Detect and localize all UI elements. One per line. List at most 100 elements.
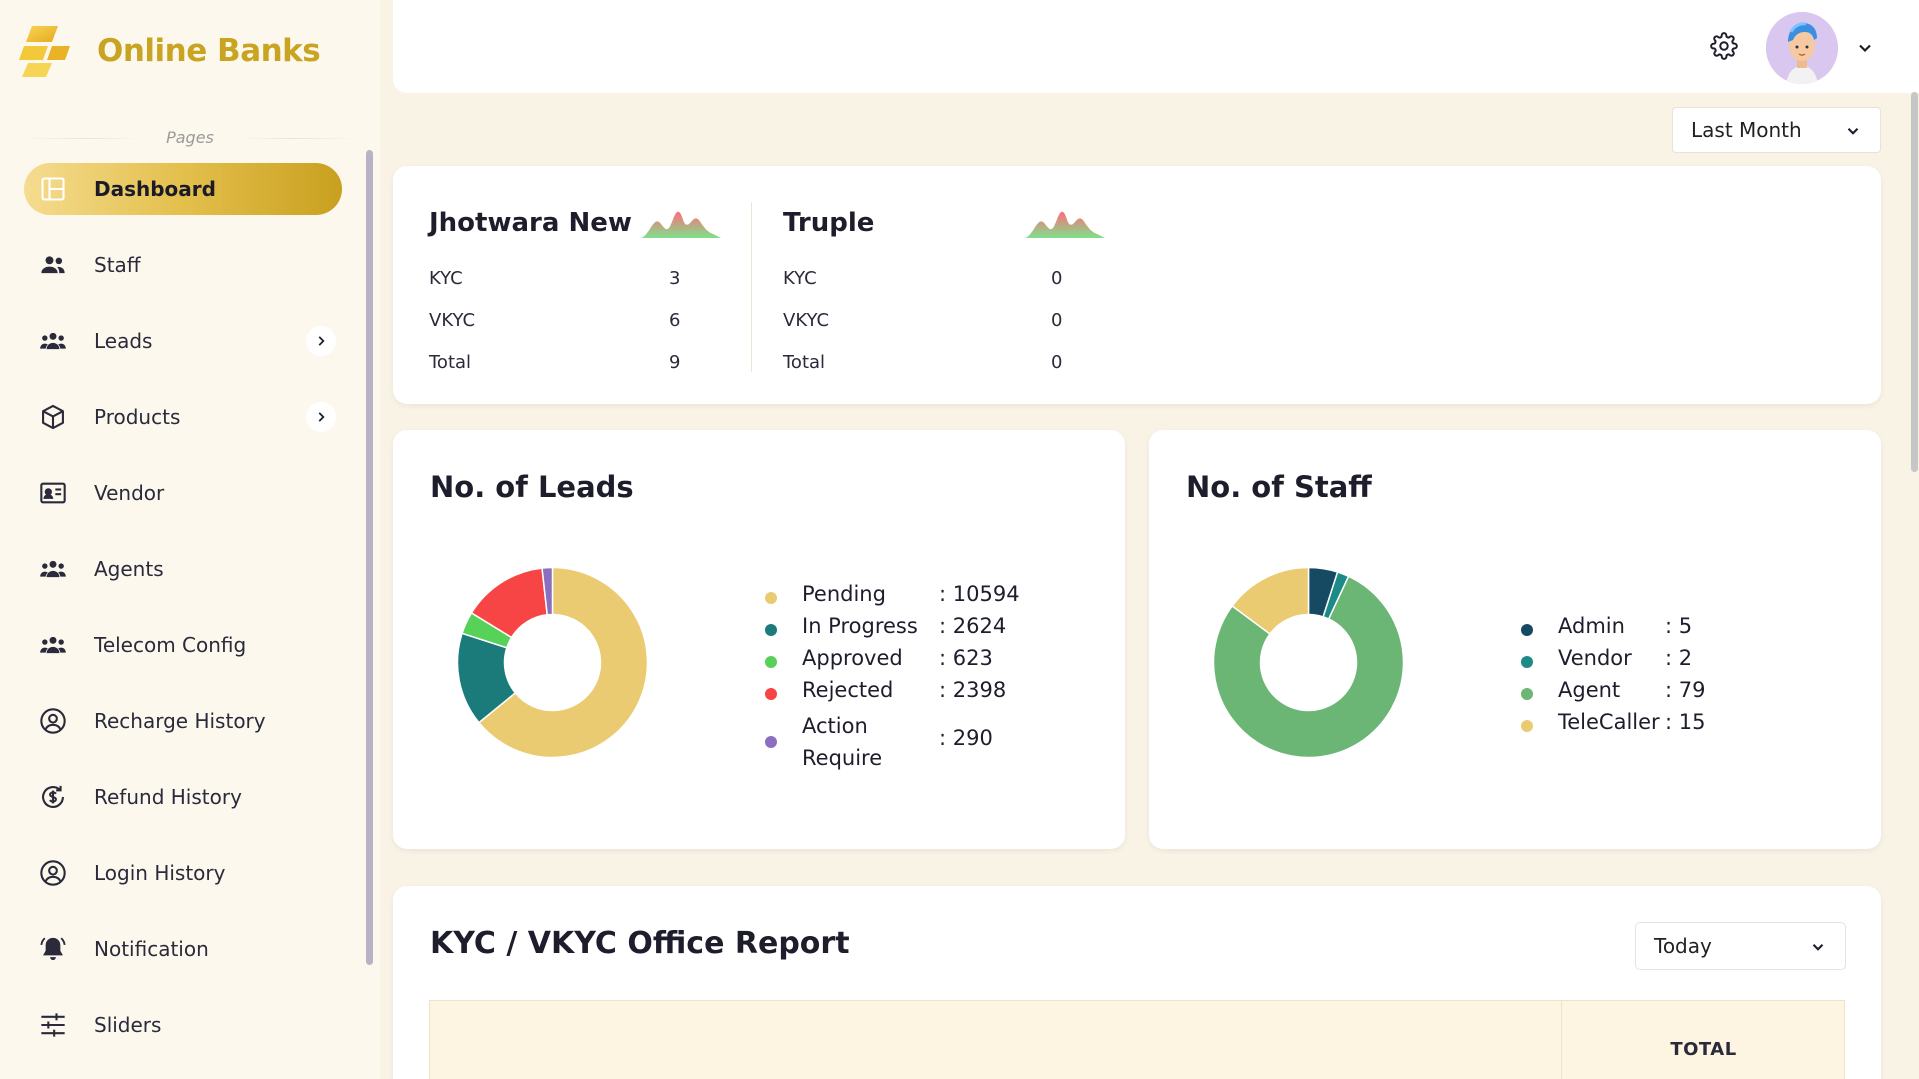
legend-dot xyxy=(1521,688,1533,700)
recharge-history-icon xyxy=(38,706,68,736)
chevron-right-icon[interactable] xyxy=(306,326,336,356)
legend-dot xyxy=(1521,624,1533,636)
login-history-icon xyxy=(38,858,68,888)
card-title: No. of Leads xyxy=(430,470,634,504)
report-table: TOTAL xyxy=(429,1000,1845,1079)
dashboard-icon xyxy=(38,174,68,204)
office-row-value: 3 xyxy=(669,268,681,289)
sidebar-item-vendor[interactable]: Vendor xyxy=(24,467,342,519)
sidebar-item-label: Login History xyxy=(94,861,226,885)
gear-icon[interactable] xyxy=(1710,32,1738,60)
legend-label: TeleCaller xyxy=(1558,710,1660,734)
report-title: KYC / VKYC Office Report xyxy=(430,926,850,961)
report-range-select[interactable]: Today xyxy=(1635,922,1846,970)
sidebar-item-dashboard[interactable]: Dashboard xyxy=(24,163,342,215)
legend-dot xyxy=(765,656,777,668)
app-name: Online Banks xyxy=(97,33,321,69)
logo-icon xyxy=(19,26,70,77)
office-divider xyxy=(751,202,752,372)
chevron-down-icon xyxy=(1847,128,1859,135)
app-logo[interactable]: Online Banks xyxy=(18,24,321,78)
leads-icon xyxy=(38,326,68,356)
top-bar xyxy=(393,0,1919,93)
sidebar-item-label: Recharge History xyxy=(94,709,266,733)
office-row-label: VKYC xyxy=(783,310,830,331)
legend-dot xyxy=(1521,720,1533,732)
sidebar-item-label: Telecom Config xyxy=(94,633,247,657)
sidebar-item-label: Staff xyxy=(94,253,141,277)
chevron-down-icon[interactable] xyxy=(1855,38,1875,58)
refund-history-icon xyxy=(38,782,68,812)
legend-dot xyxy=(765,688,777,700)
legend-dot xyxy=(1521,656,1533,668)
date-range-select[interactable]: Last Month xyxy=(1672,107,1881,153)
agents-icon xyxy=(38,554,68,584)
legend-label: In Progress xyxy=(802,614,918,638)
office-row-value: 0 xyxy=(1051,268,1063,289)
legend-value: : 2 xyxy=(1665,646,1693,670)
notification-icon xyxy=(38,934,68,964)
legend-dot xyxy=(765,592,777,604)
sidebar-item-label: Refund History xyxy=(94,785,242,809)
office-row-value: 0 xyxy=(1051,310,1063,331)
legend-label: Pending xyxy=(802,582,886,606)
sidebar-item-telecom-config[interactable]: Telecom Config xyxy=(24,619,342,671)
legend-label: Rejected xyxy=(802,678,894,702)
sidebar-item-notification[interactable]: Notification xyxy=(24,923,342,975)
office-summary-card: Jhotwara New KYC 3 VKYC 6 Total 9 Truple… xyxy=(393,166,1881,404)
legend-label: Action Require xyxy=(802,714,883,770)
telecom-config-icon xyxy=(38,630,68,660)
chevron-down-icon xyxy=(1812,944,1824,951)
chevron-right-icon[interactable] xyxy=(306,402,336,432)
leads-donut-chart[interactable] xyxy=(435,545,670,780)
sidebar-scrollbar[interactable] xyxy=(366,150,373,965)
sidebar-item-label: Dashboard xyxy=(94,177,216,201)
legend-label: Admin xyxy=(1558,614,1625,638)
office-row-value: 6 xyxy=(669,310,681,331)
card-title: No. of Staff xyxy=(1186,470,1372,504)
leads-legend: Pending : 10594 In Progress : 2624 Appro… xyxy=(765,582,1085,782)
avatar[interactable] xyxy=(1766,12,1838,84)
legend-value: : 15 xyxy=(1665,710,1706,734)
legend-label: Vendor xyxy=(1558,646,1632,670)
office-row-label: Total xyxy=(783,352,826,373)
sidebar-nav: Dashboard Staff Leads Products Vendor Ag… xyxy=(24,163,342,1075)
sidebar-item-sliders[interactable]: Sliders xyxy=(24,999,342,1051)
sidebar-item-leads[interactable]: Leads xyxy=(24,315,342,367)
office-row-value: 9 xyxy=(669,352,681,373)
legend-dot xyxy=(765,736,777,748)
office-name: Jhotwara New xyxy=(429,208,632,238)
table-header-total: TOTAL xyxy=(1670,1039,1737,1060)
sidebar-item-products[interactable]: Products xyxy=(24,391,342,443)
sliders-icon xyxy=(38,1010,68,1040)
legend-label: Agent xyxy=(1558,678,1621,702)
legend-value: : 2398 xyxy=(939,678,1007,702)
sidebar-item-label: Sliders xyxy=(94,1013,162,1037)
leads-chart-card: No. of Leads Pending : 10594 In Progress… xyxy=(393,430,1125,849)
legend-value: : 2624 xyxy=(939,614,1007,638)
legend-label: Approved xyxy=(802,646,903,670)
sidebar-item-label: Vendor xyxy=(94,481,165,505)
sidebar-item-label: Products xyxy=(94,405,181,429)
sidebar: Online Banks Pages Dashboard Staff Leads xyxy=(0,0,380,1079)
staff-icon xyxy=(38,250,68,280)
user-avatar-icon xyxy=(1766,12,1838,84)
report-range-value: Today xyxy=(1654,934,1712,958)
sidebar-item-staff[interactable]: Staff xyxy=(24,239,342,291)
office-row-label: KYC xyxy=(783,268,817,289)
sidebar-item-recharge-history[interactable]: Recharge History xyxy=(24,695,342,747)
staff-donut-chart[interactable] xyxy=(1191,545,1426,780)
legend-dot xyxy=(765,624,777,636)
sidebar-item-label: Leads xyxy=(94,329,153,353)
sidebar-item-agents[interactable]: Agents xyxy=(24,543,342,595)
vendor-icon xyxy=(38,478,68,508)
page-scrollbar[interactable] xyxy=(1911,92,1918,472)
legend-value: : 79 xyxy=(1665,678,1706,702)
office-row-label: KYC xyxy=(429,268,463,289)
legend-value: : 290 xyxy=(939,726,993,750)
office-name: Truple xyxy=(783,208,875,238)
sidebar-item-refund-history[interactable]: Refund History xyxy=(24,771,342,823)
sidebar-item-login-history[interactable]: Login History xyxy=(24,847,342,899)
staff-legend: Admin : 5 Vendor : 2 Agent : 79 TeleCall… xyxy=(1521,614,1821,754)
sidebar-item-label: Agents xyxy=(94,557,164,581)
